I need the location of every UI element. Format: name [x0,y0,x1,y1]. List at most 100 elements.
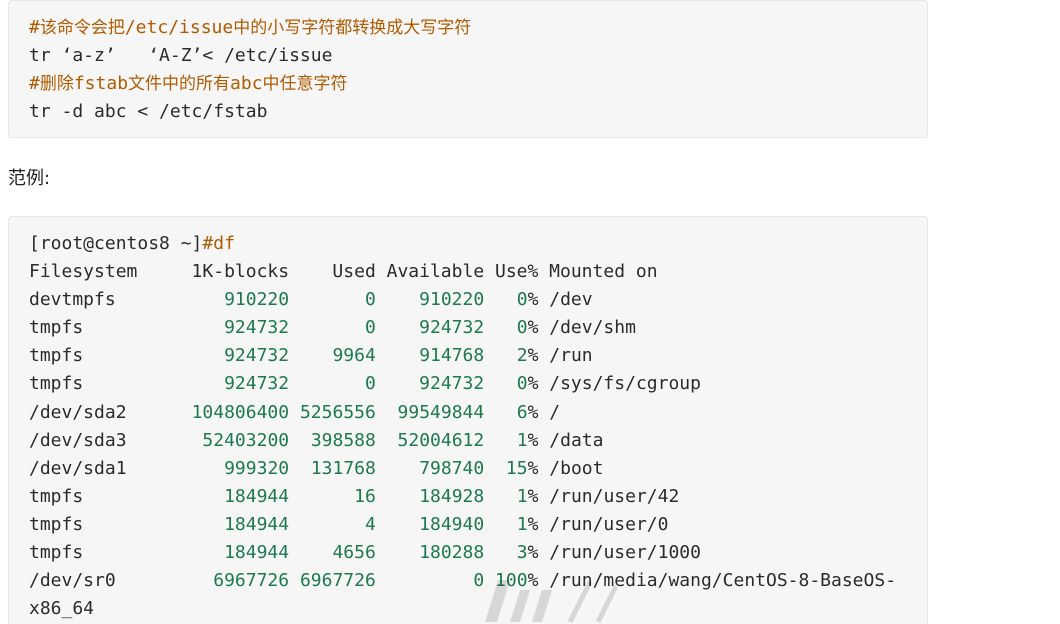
use-percent-number: 6 [516,401,528,423]
df-row: tmpfs 924732 0 924732 0% /dev/shm [29,314,927,342]
mount-point: /sys/fs/cgroup [549,373,701,395]
filesystem-name: tmpfs [29,513,84,535]
code-comment: #该命令会把/etc/issue中的小写字符都转换成大写字符 [29,17,471,38]
code-line: tr -d abc < /etc/fstab [29,98,927,126]
df-row: /dev/sr0 6967726 6967726 0 100% /run/med… [29,567,927,595]
code-text: tr -d abc < /etc/fstab [29,101,268,122]
comment-text: 中任意字符 [262,74,348,94]
use-percent: 6% [516,401,539,423]
blocks-value: 52403200 [202,429,290,451]
blocks-value: 924732 [224,345,290,367]
mount-point: /dev/shm [549,317,636,339]
filesystem-name: tmpfs [29,373,84,395]
available-value: 924732 [419,373,485,395]
blocks-value: 184944 [224,542,290,564]
use-percent-number: 0 [516,373,528,395]
use-percent-number: 0 [516,289,528,311]
code-line: tr ‘a-z’ ‘A-Z’< /etc/issue [29,42,927,70]
use-percent-number: 0 [516,317,528,339]
use-percent-number: 1 [516,485,528,507]
df-row: /dev/sda2 104806400 5256556 99549844 6% … [29,399,927,427]
df-row: tmpfs 184944 4656 180288 3% /run/user/10… [29,539,927,567]
filesystem-name: /dev/sda1 [29,457,127,479]
used-value: 9964 [332,345,376,367]
use-percent: 100% [495,570,539,592]
df-header-text: Filesystem 1K-blocks Used Available Use%… [29,261,658,283]
wrapped-continuation: x86_64 [29,595,927,623]
mount-point: /data [549,429,604,451]
use-percent-number: 2 [516,345,528,367]
used-value: 4 [364,513,376,535]
available-value: 924732 [419,317,485,339]
df-row: devtmpfs 910220 0 910220 0% /dev [29,286,927,314]
available-value: 180288 [419,542,485,564]
use-percent: 15% [505,457,539,479]
code-block-df-output: [root@centos8 ~]#df Filesystem 1K-blocks … [8,216,928,624]
mount-point: /run/media/wang/CentOS-8-BaseOS- [549,570,897,592]
used-value: 398588 [310,429,376,451]
blocks-value: 924732 [224,317,290,339]
code-block-tr-examples: #该命令会把/etc/issue中的小写字符都转换成大写字符 tr ‘a-z’ ‘… [8,0,928,138]
available-value: 910220 [419,289,485,311]
use-percent: 2% [516,345,539,367]
code-line: #删除fstab文件中的所有abc中任意字符 [29,70,927,98]
shell-command: #df [202,233,235,254]
used-value: 5256556 [299,401,376,423]
comment-hash: # [29,73,40,94]
filesystem-name: tmpfs [29,317,84,339]
use-percent-number: 1 [516,513,528,535]
use-percent-number: 1 [516,429,528,451]
comment-text: 文件中的所有 [128,74,231,94]
mount-point: /run [549,345,593,367]
available-value: 914768 [419,345,485,367]
comment-text: 该命令会把 [39,18,125,38]
blocks-value: 184944 [224,513,290,535]
code-text: tr ‘a-z’ ‘A-Z’< /etc/issue [29,45,333,66]
blocks-value: 999320 [224,457,290,479]
use-percent-number: 100 [495,570,528,592]
filesystem-name: /dev/sda2 [29,401,127,423]
df-row: tmpfs 184944 4 184940 1% /run/user/0 [29,511,927,539]
mount-point: /dev [549,289,593,311]
comment-text: 中的小写字符都转换成大写字符 [233,18,472,38]
prompt-line: [root@centos8 ~]#df [29,230,927,258]
available-value: 99549844 [397,401,485,423]
blocks-value: 104806400 [191,401,290,423]
available-value: 798740 [419,457,485,479]
code-comment: #删除fstab文件中的所有abc中任意字符 [29,73,348,94]
df-row: /dev/sda3 52403200 398588 52004612 1% /d… [29,427,927,455]
used-value: 0 [364,317,376,339]
df-row: tmpfs 924732 0 924732 0% /sys/fs/cgroup [29,370,927,398]
df-header: Filesystem 1K-blocks Used Available Use%… [29,258,927,286]
mount-point: /run/user/0 [549,513,669,535]
continuation-text: x86_64 [29,598,95,620]
used-value: 0 [364,373,376,395]
filesystem-name: tmpfs [29,345,84,367]
available-value: 184928 [419,485,485,507]
df-row: tmpfs 184944 16 184928 1% /run/user/42 [29,483,927,511]
blocks-value: 6967726 [213,570,290,592]
code-line: #该命令会把/etc/issue中的小写字符都转换成大写字符 [29,14,927,42]
example-label: 范例: [8,168,51,189]
comment-text: 删除 [39,74,74,94]
comment-text: /etc/issue [124,17,234,38]
available-value: 0 [473,570,485,592]
df-row: tmpfs 924732 9964 914768 2% /run [29,342,927,370]
use-percent: 0% [516,289,539,311]
shell-prompt: [root@centos8 ~] [29,233,203,254]
blocks-value: 924732 [224,373,290,395]
mount-point: /boot [549,457,604,479]
filesystem-name: /dev/sr0 [29,570,116,592]
use-percent: 0% [516,317,539,339]
use-percent: 1% [516,513,539,535]
df-row: /dev/sda1 999320 131768 798740 15% /boot [29,455,927,483]
available-value: 184940 [419,513,485,535]
filesystem-name: devtmpfs [29,289,116,311]
use-percent: 3% [516,542,539,564]
comment-text: fstab [73,73,129,94]
available-value: 52004612 [397,429,485,451]
used-value: 0 [364,289,376,311]
filesystem-name: /dev/sda3 [29,429,127,451]
used-value: 131768 [310,457,376,479]
used-value: 16 [354,485,376,507]
